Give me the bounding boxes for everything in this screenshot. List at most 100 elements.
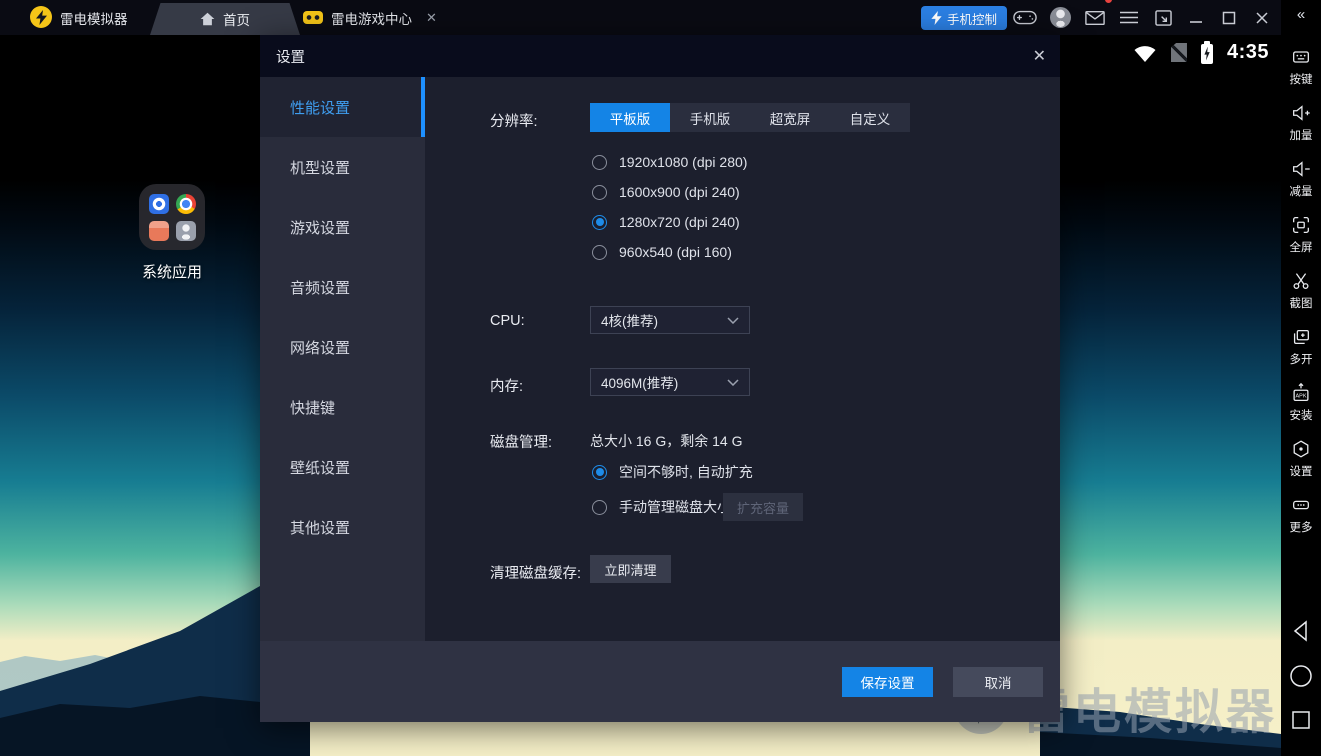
dialog-footer: 保存设置 取消 [260,641,1060,722]
tool-multi-instance[interactable]: 多开 [1290,326,1313,382]
tool-more[interactable]: 更多 [1290,494,1313,550]
battery-charging-icon [1201,44,1213,64]
resolution-option-1600[interactable]: 1600x900 (dpi 240) [592,181,740,203]
watermark-text: 雷电模拟器 [1022,672,1277,742]
title-bar: 雷电模拟器 首页 雷电游戏中心 ✕ 手机控制 [0,0,1281,35]
chevron-down-icon [727,317,739,324]
tool-screenshot[interactable]: 截图 [1290,270,1313,326]
nav-item-network[interactable]: 网络设置 [260,317,425,377]
nav-item-game[interactable]: 游戏设置 [260,197,425,257]
gear-icon [1290,438,1312,460]
radio-selected-icon [592,215,607,230]
clean-cache-label: 清理磁盘缓存: [490,562,581,583]
disk-auto-expand-option[interactable]: 空间不够时, 自动扩充 [592,461,753,483]
resolution-option-1280[interactable]: 1280x720 (dpi 240) [592,211,740,233]
android-status-bar: 4:35 [1133,35,1281,70]
files-app-icon [149,221,169,241]
settings-dialog: 设置 ✕ 性能设置 机型设置 游戏设置 音频设置 网络设置 快捷键 壁纸设置 其… [260,35,1060,722]
disk-summary: 总大小 16 G，剩余 14 G [590,431,742,451]
contacts-app-icon [176,221,196,241]
tool-volume-up[interactable]: 加量 [1290,102,1313,158]
resolution-tabs: 平板版 手机版 超宽屏 自定义 [590,103,910,132]
nav-item-device-model[interactable]: 机型设置 [260,137,425,197]
tool-fullscreen[interactable]: 全屏 [1290,214,1313,270]
res-tab-tablet[interactable]: 平板版 [590,103,670,132]
more-icon [1290,494,1312,516]
home-circle-icon [1288,663,1314,689]
radio-icon [592,245,607,260]
fullscreen-icon [1290,214,1312,236]
nav-recents-button[interactable] [1281,708,1321,732]
radio-icon [592,185,607,200]
radio-selected-icon [592,465,607,480]
nav-back-button[interactable] [1281,618,1321,644]
game-center-icon [303,11,323,24]
nav-item-other[interactable]: 其他设置 [260,497,425,557]
mail-icon [1085,10,1105,26]
minimize-button[interactable] [1182,0,1210,35]
home-icon [200,12,215,26]
expand-capacity-button[interactable]: 扩充容量 [723,493,803,521]
notification-badge [1105,0,1112,3]
gamepad-icon[interactable] [1011,0,1039,35]
apk-install-icon: APK [1290,382,1312,404]
tool-apk-install[interactable]: APK 安装 [1290,382,1313,438]
system-apps-folder[interactable] [139,184,205,250]
chevron-down-icon [727,379,739,386]
multi-instance-icon [1290,326,1312,348]
resolution-label: 分辨率: [490,110,538,131]
collapse-toolbar-icon[interactable]: « [1281,6,1321,23]
res-tab-phone[interactable]: 手机版 [670,103,750,132]
cpu-dropdown[interactable]: 4核(推荐) [590,306,750,334]
maximize-button[interactable] [1215,0,1243,35]
tab-close-icon[interactable]: ✕ [426,10,437,26]
cpu-label: CPU: [490,313,525,329]
res-tab-custom[interactable]: 自定义 [830,103,910,132]
nav-item-shortcuts[interactable]: 快捷键 [260,377,425,437]
res-tab-ultrawide[interactable]: 超宽屏 [750,103,830,132]
app-logo-icon [30,6,52,28]
disk-manual-option[interactable]: 手动管理磁盘大小 [592,496,731,518]
disk-label: 磁盘管理: [490,431,552,452]
memory-value: 4096M(推荐) [601,372,678,392]
screenshot-scissors-icon [1290,270,1312,292]
wifi-icon [1133,43,1157,63]
status-clock: 4:35 [1227,41,1269,64]
save-settings-button[interactable]: 保存设置 [842,667,933,697]
account-avatar[interactable] [1046,0,1074,35]
settings-nav: 性能设置 机型设置 游戏设置 音频设置 网络设置 快捷键 壁纸设置 其他设置 [260,77,425,641]
menu-button[interactable] [1115,0,1143,35]
avatar-icon [1050,7,1071,28]
memory-dropdown[interactable]: 4096M(推荐) [590,368,750,396]
nav-item-audio[interactable]: 音频设置 [260,257,425,317]
nav-item-wallpaper[interactable]: 壁纸设置 [260,437,425,497]
cpu-value: 4核(推荐) [601,310,658,330]
tool-volume-down[interactable]: 减量 [1290,158,1313,214]
nav-home-button[interactable] [1281,663,1321,689]
cancel-button[interactable]: 取消 [953,667,1043,697]
dialog-close-icon[interactable]: ✕ [1033,46,1046,66]
resolution-option-1920[interactable]: 1920x1080 (dpi 280) [592,151,747,173]
resolution-option-960[interactable]: 960x540 (dpi 160) [592,241,732,263]
no-sim-icon [1171,43,1187,62]
keyboard-icon [1290,46,1312,68]
bolt-icon [931,11,942,25]
popout-button[interactable] [1149,0,1177,35]
dialog-header: 设置 ✕ [260,35,1060,77]
popout-icon [1155,10,1172,26]
svg-text:APK: APK [1295,394,1306,400]
messages-button[interactable] [1081,0,1109,35]
tool-settings[interactable]: 设置 [1290,438,1313,494]
hamburger-icon [1120,11,1138,24]
phone-control-button[interactable]: 手机控制 [921,6,1007,30]
volume-up-icon [1290,102,1312,124]
nav-item-performance[interactable]: 性能设置 [260,77,425,137]
emulator-toolbar: « 按键 加量 减量 [1281,0,1321,756]
tab-home[interactable]: 首页 [150,3,300,35]
tool-keymapping[interactable]: 按键 [1290,46,1313,102]
clean-now-button[interactable]: 立即清理 [590,555,671,583]
tab-game-center[interactable]: 雷电游戏中心 ✕ [303,0,445,35]
phone-control-label: 手机控制 [947,9,997,28]
radio-icon [592,155,607,170]
close-button[interactable] [1248,0,1276,35]
